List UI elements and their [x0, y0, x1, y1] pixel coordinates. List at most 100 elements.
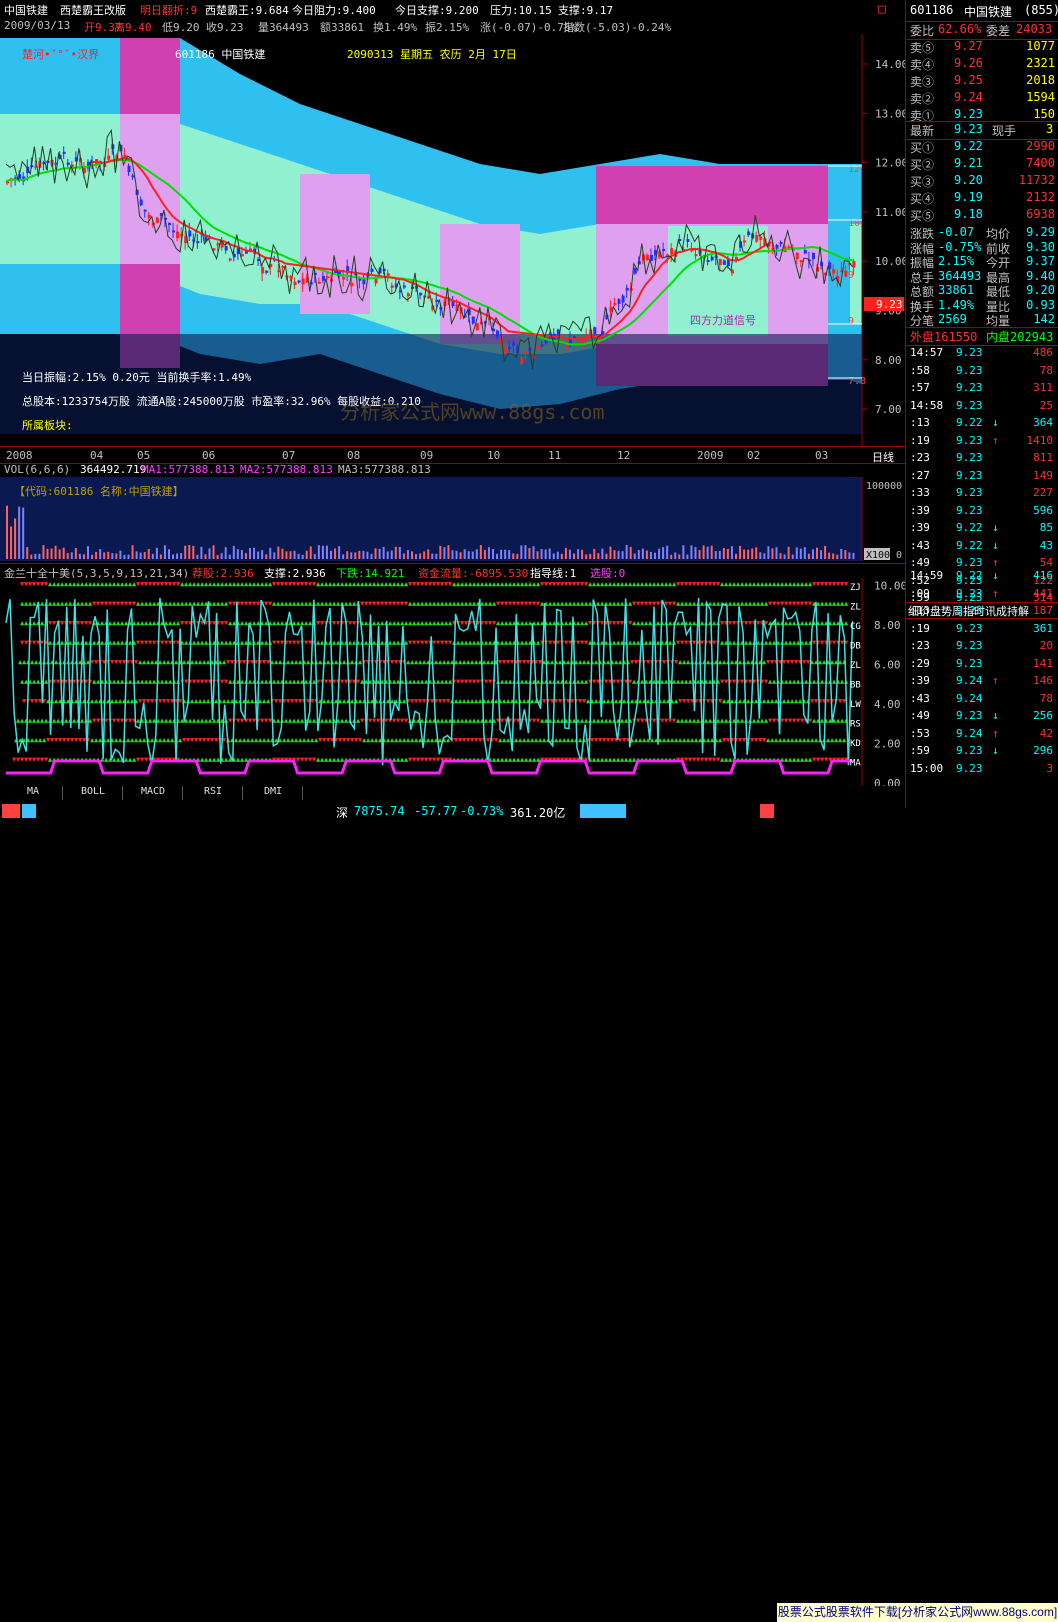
volume-bar [305, 550, 308, 559]
indicator-row-label: ZL [850, 661, 861, 671]
candle [127, 165, 131, 172]
code-label: 【代码:601186 名称:中国铁建】 [14, 484, 184, 498]
candle [172, 230, 176, 233]
price-tick: 7.00 [875, 403, 902, 416]
tab-boll[interactable]: BOLL [64, 786, 123, 800]
volume-bar [22, 507, 25, 559]
volume-bar [751, 548, 754, 559]
candle [613, 303, 617, 306]
volume-bar [330, 550, 332, 559]
volume-bar [524, 545, 527, 559]
tick-row: :33 9.23 227 [910, 486, 1053, 499]
volume-bar [131, 545, 134, 559]
indicator-tick: 2.00 [874, 738, 901, 751]
indicator-name[interactable]: 西楚霸王改版 [60, 2, 126, 18]
volume-bar [779, 553, 782, 559]
volume-bar [463, 549, 466, 559]
volume-bar [824, 545, 827, 559]
tick-row: :29 9.23 141 [910, 656, 1053, 670]
candle [524, 351, 528, 355]
tick-row: :43 9.24 78 [910, 691, 1053, 705]
bar-amount: 额33861 [320, 21, 365, 34]
indicator-chart[interactable]: ▼ ▼ ▼ ▼ ▼ ▼ ▼ ▲ ▲ ▲ ▲ ▲ ▲ ▲ ▲ ▲ ▲ ▲ ▲ ▲ ▲ ▲ ▲ ▲ ▲ ▲ ▲ ▲ ▲ ▼ ▼ ▼ ▼ ▼ ▼ ▼ ▼ ▼ ▼ ▼… [0, 578, 905, 786]
volume-bar [492, 549, 494, 559]
volume-bar [520, 545, 523, 559]
volume-bar [99, 549, 102, 559]
tick-row: :53 9.24 ↑ 42 [910, 726, 1053, 740]
volume-bar [139, 552, 142, 559]
volume-chart[interactable]: 【代码:601186 名称:中国铁建】 100000 X100 0 [0, 477, 905, 561]
volume-bar [30, 554, 33, 559]
tab-macd[interactable]: MACD [124, 786, 183, 800]
tab-ma[interactable]: MA [4, 786, 63, 800]
price-axis: 14.0013.0012.0011.0010.009.008.007.00 [862, 58, 905, 416]
bar-date: 2009/03/13 [4, 19, 71, 32]
candle [710, 256, 714, 261]
volume-bar [621, 551, 624, 559]
volume-bar [50, 548, 53, 559]
volume-bar [641, 548, 644, 559]
volume-bar [552, 553, 555, 559]
volume-bar [34, 553, 37, 559]
volume-bar [475, 549, 478, 559]
candle [718, 258, 722, 265]
main-price-chart[interactable]: 14.0013.0012.0011.0010.009.008.007.00 12… [0, 34, 905, 446]
tick-row: :23 9.23 811 [910, 451, 1053, 464]
pressure-value: 压力:10.15 [490, 4, 552, 17]
ad-banner[interactable]: 股票公式股票软件下载[分析家公式网www.88gs.com] [777, 1603, 1058, 1622]
volume-bar [601, 548, 604, 559]
volume-bar [87, 546, 89, 559]
orderbook-row: 卖⑤ 9.27 1077 [910, 39, 1055, 55]
volume-bar [698, 550, 701, 559]
info-bar: 2009/03/13 开9.37 高9.40 低9.20 收9.23 量3644… [0, 18, 905, 34]
tick-row: 14:58 9.23 25 [910, 398, 1053, 412]
bar-close: 收9.23 [206, 21, 244, 34]
quote-name: 中国铁建 [964, 5, 1013, 19]
volume-bar [832, 553, 835, 559]
volume-bar [14, 518, 17, 559]
tick-row: :59 9.23 ↓ 296 [910, 744, 1053, 757]
volume-bar [637, 550, 640, 559]
tick-row: :13 9.23 187 [910, 604, 1053, 617]
volume-bar [662, 547, 665, 559]
volume-bar [658, 548, 661, 559]
indicator-row-label: DB [850, 642, 861, 652]
volume-bar [249, 547, 251, 559]
candle [362, 279, 366, 285]
tick-row: :39 9.24 ↑ 146 [910, 674, 1053, 687]
tab-rsi[interactable]: RSI [184, 786, 243, 800]
candle [560, 334, 564, 337]
volume-bar [269, 547, 272, 559]
tick-row: :19 9.23 ↑ 1410 [910, 433, 1053, 447]
bar-turnover: 换1.49% [373, 21, 418, 34]
watermark: 分析家公式网www.88gs.com [340, 400, 605, 424]
volume-bar [54, 545, 57, 559]
volume-bar [82, 554, 85, 559]
volume-bar [771, 548, 774, 559]
candle [317, 281, 321, 284]
candle [301, 278, 305, 285]
index-value: 7875.74 [354, 804, 405, 818]
window-restore-icon[interactable]: □ [878, 2, 886, 17]
volume-bar [439, 545, 442, 559]
volume-bar [46, 548, 49, 559]
volume-bar [224, 547, 227, 559]
volume-bar [366, 551, 369, 559]
quote-panel: 601186 中国铁建 (855) 委比 62.66% 委差 24033 卖⑤ … [905, 0, 1058, 808]
volume-bar [386, 551, 389, 559]
candle [520, 357, 524, 364]
index-change: -57.77 [414, 804, 458, 818]
current-price-tag: 9.23 [876, 298, 903, 311]
volume-bar [747, 549, 750, 559]
candle [844, 270, 848, 277]
volume-bar [573, 553, 575, 559]
candle [799, 260, 803, 263]
tick-row: :09 9.23 ↑ 441 [910, 586, 1053, 600]
volume-bar [66, 553, 69, 559]
volume-bar [127, 554, 130, 559]
candle [686, 239, 690, 242]
tab-dmi[interactable]: DMI [244, 786, 303, 800]
candle [435, 299, 439, 302]
volume-bar [58, 549, 61, 559]
volume-bar [244, 553, 247, 559]
